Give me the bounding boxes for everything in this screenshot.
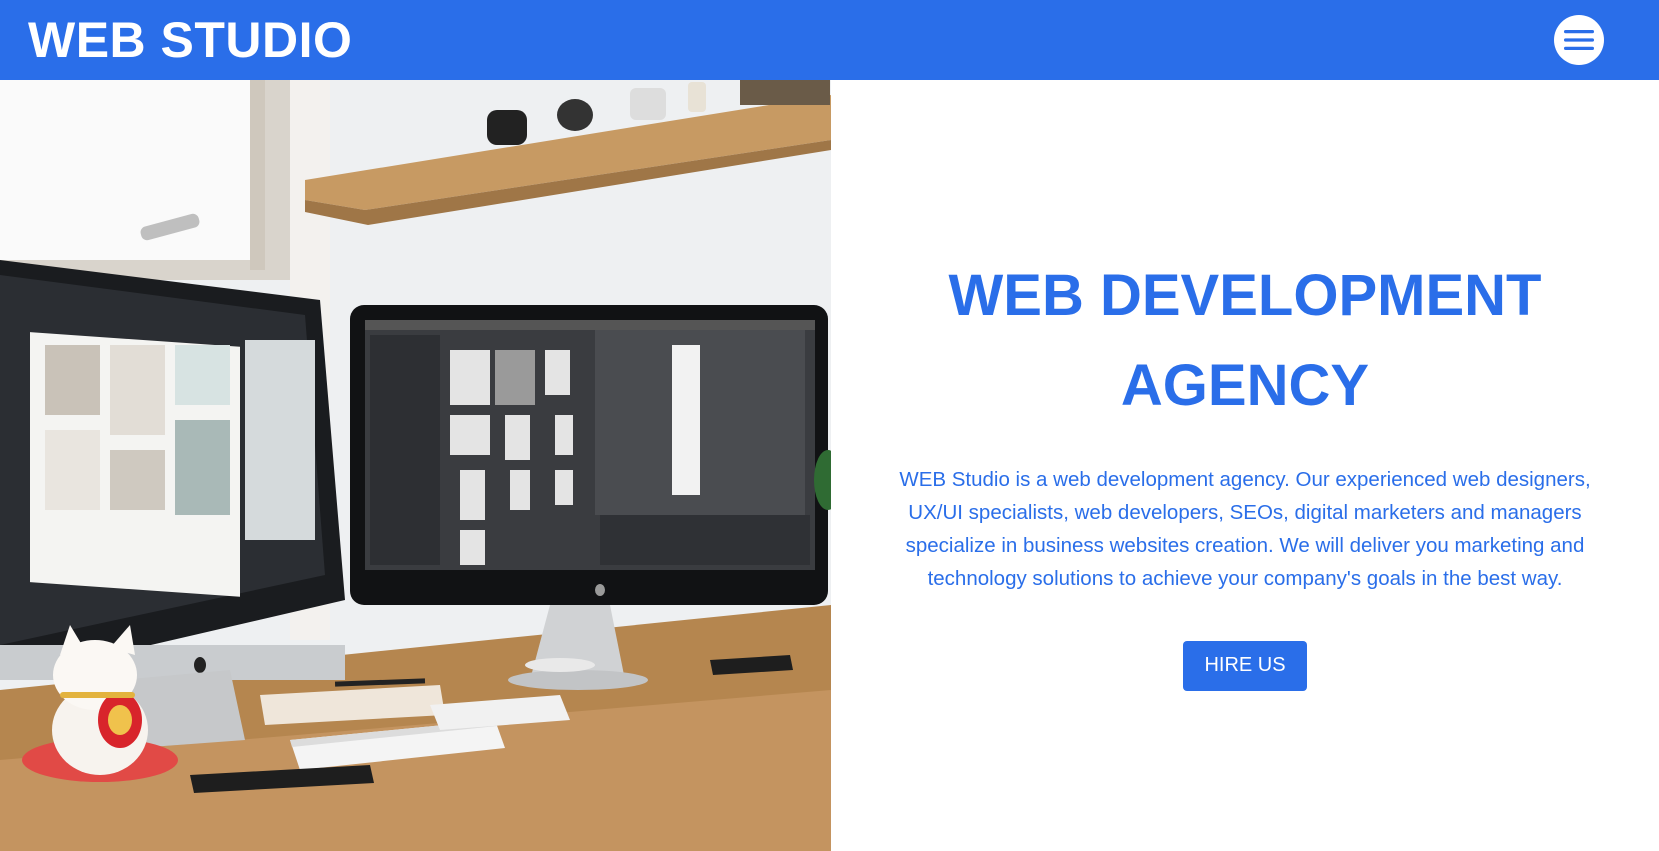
logo-link[interactable]: WEB STUDIO: [28, 15, 352, 65]
hero-description: WEB Studio is a web development agency. …: [899, 467, 1591, 590]
hero-image: [0, 80, 831, 851]
hero-section: WEB DEVELOPMENT AGENCY WEB Studio is a w…: [0, 80, 1659, 851]
site-header: WEB STUDIO: [0, 0, 1659, 80]
menu-button[interactable]: [1554, 15, 1604, 65]
hamburger-menu-icon: [1564, 30, 1594, 50]
hero-content: WEB DEVELOPMENT AGENCY WEB Studio is a w…: [831, 80, 1659, 851]
hire-us-button[interactable]: HIRE US: [1183, 640, 1307, 691]
desk-with-monitors-photo: [0, 80, 831, 851]
hero-title: WEB DEVELOPMENT AGENCY: [948, 262, 1542, 418]
